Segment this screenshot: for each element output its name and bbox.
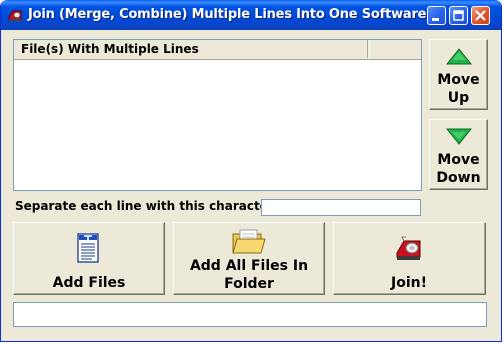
main-window: Join (Merge, Combine) Multiple Lines Int… <box>0 0 502 342</box>
column-header-files[interactable]: File(s) With Multiple Lines <box>14 40 368 58</box>
add-folder-label-2: Folder <box>224 276 274 292</box>
join-button[interactable]: Join! <box>333 222 486 295</box>
column-header-extra[interactable] <box>369 40 421 58</box>
separator-label: Separate each line with this character(s… <box>15 199 297 213</box>
status-bar <box>13 302 487 327</box>
move-down-label-1: Move <box>437 152 480 168</box>
move-down-label-2: Down <box>436 170 481 186</box>
tape-dispenser-icon <box>396 236 421 260</box>
minimize-button[interactable] <box>427 6 446 25</box>
close-icon <box>475 10 486 21</box>
add-all-files-in-folder-button[interactable]: Add All Files In Folder <box>173 222 325 295</box>
add-files-label: Add Files <box>52 275 126 291</box>
move-up-button[interactable]: Move Up <box>429 39 488 110</box>
red-tape-dispenser-icon <box>8 10 22 21</box>
green-down-triangle-icon <box>446 128 472 145</box>
add-folder-label-1: Add All Files In <box>189 258 309 274</box>
minimize-icon <box>432 18 439 21</box>
open-folder-icon <box>232 229 266 254</box>
move-up-label-2: Up <box>447 90 470 106</box>
move-up-label-1: Move <box>437 72 480 88</box>
green-up-triangle-icon <box>446 48 472 65</box>
file-list-header: File(s) With Multiple Lines <box>14 40 421 60</box>
move-down-button[interactable]: Move Down <box>429 119 488 190</box>
window-title: Join (Merge, Combine) Multiple Lines Int… <box>28 7 427 22</box>
add-files-button[interactable]: Add Files <box>13 222 165 295</box>
join-label: Join! <box>391 275 427 291</box>
title-bar[interactable]: Join (Merge, Combine) Multiple Lines Int… <box>1 0 501 30</box>
maximize-button[interactable] <box>449 6 468 25</box>
close-button[interactable] <box>471 6 490 25</box>
separator-input[interactable] <box>261 199 421 216</box>
file-list[interactable]: File(s) With Multiple Lines <box>13 39 422 191</box>
text-document-icon <box>77 233 99 263</box>
maximize-icon <box>453 10 464 21</box>
